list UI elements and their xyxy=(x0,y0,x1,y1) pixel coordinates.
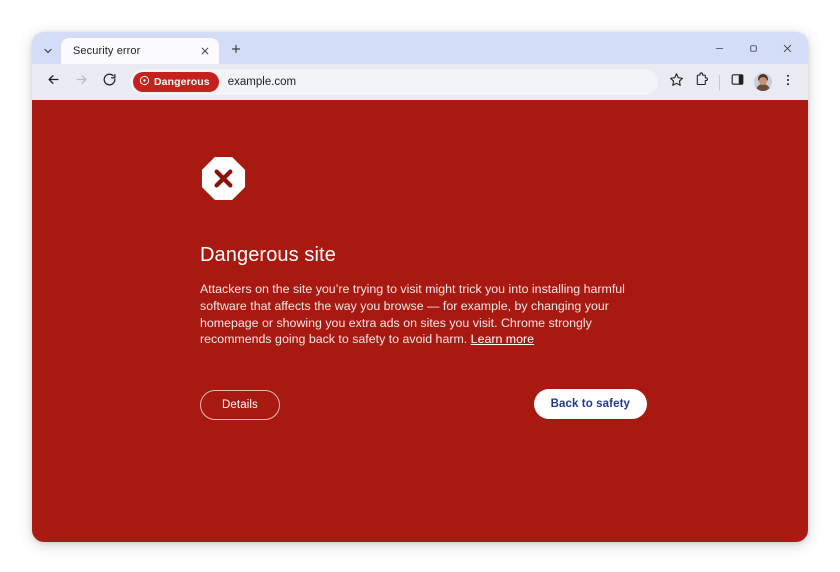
interstitial-actions: Details Back to safety xyxy=(200,388,647,421)
chrome-menu-button[interactable] xyxy=(775,70,800,95)
security-interstitial: Dangerous site Attackers on the site you… xyxy=(200,155,670,421)
puzzle-piece-icon xyxy=(694,72,709,92)
security-status-badge[interactable]: Dangerous xyxy=(133,72,219,92)
close-window-button[interactable] xyxy=(770,37,804,63)
profile-button[interactable] xyxy=(750,70,775,95)
maximize-button[interactable] xyxy=(736,37,770,63)
maximize-icon xyxy=(748,41,759,59)
octagon-x-icon xyxy=(200,155,670,202)
browser-window: Security error Dangerous example.com Dan… xyxy=(32,32,808,542)
side-panel-icon xyxy=(730,72,745,92)
plus-icon xyxy=(230,42,242,60)
arrow-left-icon xyxy=(46,72,61,92)
back-button[interactable] xyxy=(40,69,66,95)
tab-title: Security error xyxy=(73,45,141,57)
star-icon xyxy=(669,72,684,92)
window-controls xyxy=(702,36,808,64)
new-tab-button[interactable] xyxy=(225,40,247,62)
toolbar-divider xyxy=(719,74,720,90)
security-status-label: Dangerous xyxy=(154,76,210,88)
minimize-icon xyxy=(714,41,725,59)
url-text[interactable]: example.com xyxy=(228,76,296,88)
extensions-button[interactable] xyxy=(689,70,714,95)
tab-search-button[interactable] xyxy=(37,40,59,62)
close-icon xyxy=(782,41,793,59)
details-button[interactable]: Details xyxy=(200,390,280,421)
close-icon[interactable] xyxy=(197,43,213,59)
learn-more-link[interactable]: Learn more xyxy=(471,332,534,346)
bookmark-button[interactable] xyxy=(664,70,689,95)
page-title: Dangerous site xyxy=(200,244,336,266)
chevron-down-icon xyxy=(42,45,54,57)
address-bar[interactable]: Dangerous example.com xyxy=(130,69,658,95)
reload-button[interactable] xyxy=(96,69,122,95)
warning-description-text: Attackers on the site you’re trying to v… xyxy=(200,282,625,347)
avatar-face xyxy=(758,77,767,85)
avatar-body xyxy=(755,84,770,91)
dangerous-icon xyxy=(139,73,150,91)
tab-security-error[interactable]: Security error xyxy=(61,38,219,64)
minimize-button[interactable] xyxy=(702,37,736,63)
page-content: Dangerous site Attackers on the site you… xyxy=(32,100,808,542)
tab-strip: Security error xyxy=(32,32,808,64)
browser-toolbar: Dangerous example.com xyxy=(32,64,808,100)
more-vertical-icon xyxy=(781,73,795,92)
reload-icon xyxy=(102,72,117,92)
back-to-safety-button[interactable]: Back to safety xyxy=(533,388,647,419)
side-panel-button[interactable] xyxy=(725,70,750,95)
avatar xyxy=(753,73,772,91)
toolbar-actions xyxy=(664,70,800,95)
arrow-right-icon xyxy=(74,72,89,92)
warning-description: Attackers on the site you’re trying to v… xyxy=(200,281,642,348)
forward-button xyxy=(68,69,94,95)
